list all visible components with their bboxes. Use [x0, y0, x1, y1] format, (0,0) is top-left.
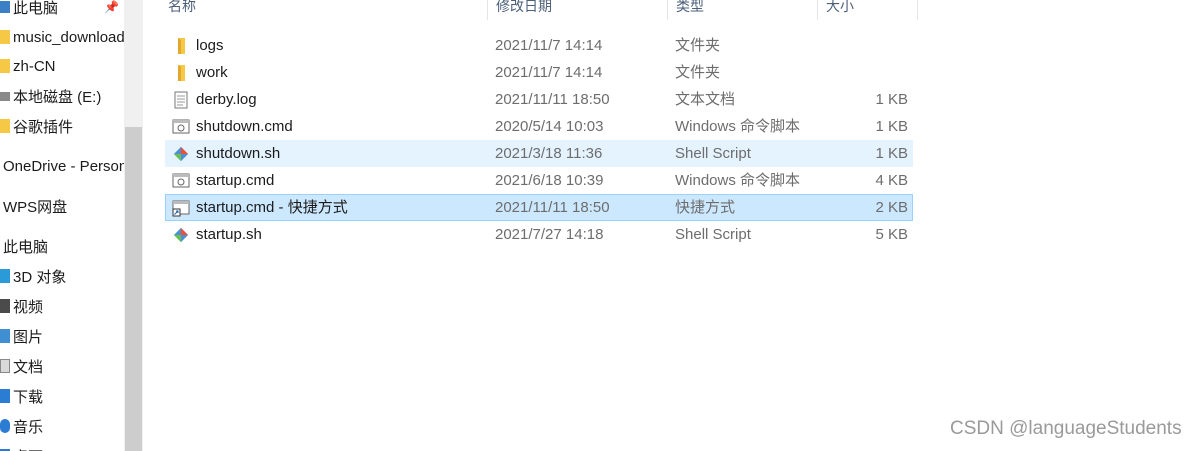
nav-item-pictures[interactable]: 图片 — [0, 322, 43, 350]
nav-item-label: 此电脑 — [3, 238, 49, 256]
file-row[interactable]: work 2021/11/7 14:14 文件夹 — [165, 59, 913, 86]
file-name: shutdown.sh — [196, 145, 281, 162]
file-row[interactable]: logs 2021/11/7 14:14 文件夹 — [165, 32, 913, 59]
nav-item-label: 3D 对象 — [13, 268, 67, 286]
nav-item-this-pc[interactable]: 此电脑 — [0, 0, 58, 21]
nav-item-label: 本地磁盘 (E:) — [13, 88, 102, 106]
file-date: 2021/11/11 18:50 — [495, 199, 610, 216]
sidebar-scrollbar-thumb[interactable] — [125, 127, 142, 451]
column-header-type[interactable]: 类型 — [668, 0, 818, 20]
nav-item-videos[interactable]: 视频 — [0, 292, 43, 320]
cmd-file-icon — [172, 173, 190, 188]
file-size: 1 KB — [875, 118, 908, 135]
folder-icon — [0, 30, 10, 44]
file-date: 2021/11/7 14:14 — [495, 37, 603, 54]
file-name: derby.log — [196, 91, 257, 108]
git-shell-icon — [173, 146, 189, 162]
file-type: Shell Script — [675, 145, 751, 162]
folder-icon — [178, 38, 185, 54]
file-date: 2021/11/7 14:14 — [495, 64, 603, 81]
file-row[interactable]: derby.log 2021/11/11 18:50 文本文档 1 KB — [165, 86, 913, 113]
pc-icon — [0, 1, 10, 13]
nav-item-zh-cn[interactable]: zh-CN — [0, 52, 56, 80]
file-type: Shell Script — [675, 226, 751, 243]
nav-item-music[interactable]: 音乐 — [0, 412, 43, 440]
nav-item-music-download[interactable]: music_download — [0, 23, 124, 51]
nav-item-label: 音乐 — [13, 418, 44, 436]
file-size: 2 KB — [875, 199, 908, 216]
file-name: startup.cmd — [196, 172, 275, 189]
folder-icon — [0, 119, 10, 133]
nav-item-3d-objects[interactable]: 3D 对象 — [0, 262, 66, 290]
file-row[interactable]: startup.sh 2021/7/27 14:18 Shell Script … — [165, 221, 913, 248]
nav-item-label: 谷歌插件 — [13, 118, 74, 136]
file-size: 1 KB — [875, 145, 908, 162]
nav-item-label: 图片 — [13, 328, 44, 346]
pin-icon[interactable]: 📌 — [104, 0, 119, 14]
file-date: 2020/5/14 10:03 — [495, 118, 604, 135]
nav-item-label: 视频 — [13, 298, 44, 316]
nav-item-wps-drive[interactable]: WPS网盘 — [3, 192, 67, 220]
file-row[interactable]: shutdown.cmd 2020/5/14 10:03 Windows 命令脚… — [165, 113, 913, 140]
file-row[interactable]: shutdown.sh 2021/3/18 11:36 Shell Script… — [165, 140, 913, 167]
file-type: 文本文档 — [675, 91, 736, 108]
file-size: 5 KB — [875, 226, 908, 243]
navigation-pane: 此电脑 📌 music_download zh-CN 本地磁盘 (E:) 谷歌插… — [0, 0, 124, 451]
nav-item-label: WPS网盘 — [3, 198, 68, 216]
pictures-icon — [0, 329, 10, 343]
column-header-name[interactable]: 名称 — [160, 0, 488, 20]
nav-item-label: 文档 — [13, 358, 44, 376]
file-date: 2021/7/27 14:18 — [495, 226, 604, 243]
file-date: 2021/11/11 18:50 — [495, 91, 610, 108]
nav-item-desktop[interactable]: 桌面 — [0, 442, 43, 451]
watermark: CSDN @languageStudents — [950, 418, 1182, 439]
file-type: Windows 命令脚本 — [675, 172, 801, 189]
nav-item-label: zh-CN — [13, 57, 56, 75]
nav-item-documents[interactable]: 文档 — [0, 352, 43, 380]
nav-item-downloads[interactable]: 下载 — [0, 382, 43, 410]
music-icon — [0, 419, 10, 433]
3d-objects-icon — [0, 269, 10, 283]
file-size: 4 KB — [875, 172, 908, 189]
file-row[interactable]: startup.cmd 2021/6/18 10:39 Windows 命令脚本… — [165, 167, 913, 194]
download-icon — [0, 389, 10, 403]
nav-item-this-pc-2[interactable]: 此电脑 — [3, 232, 48, 260]
git-shell-icon — [173, 227, 189, 243]
folder-icon — [178, 65, 185, 81]
file-type: 快捷方式 — [675, 199, 736, 216]
nav-item-label: 此电脑 — [13, 0, 59, 17]
column-header-row: 名称 修改日期 类型 大小 — [160, 0, 920, 22]
file-type: 文件夹 — [675, 37, 721, 54]
column-header-size[interactable]: 大小 — [818, 0, 918, 20]
nav-item-local-disk-e[interactable]: 本地磁盘 (E:) — [0, 82, 101, 110]
file-size: 1 KB — [875, 91, 908, 108]
nav-item-label: 下载 — [13, 388, 44, 406]
file-type: 文件夹 — [675, 64, 721, 81]
nav-item-label: OneDrive - Personal — [3, 157, 124, 175]
column-header-date[interactable]: 修改日期 — [488, 0, 668, 20]
nav-item-label: music_download — [13, 28, 124, 46]
video-icon — [0, 299, 10, 313]
documents-icon — [0, 359, 10, 373]
file-type: Windows 命令脚本 — [675, 118, 801, 135]
file-name: work — [196, 64, 228, 81]
shortcut-icon — [172, 200, 190, 217]
file-name: startup.sh — [196, 226, 262, 243]
file-date: 2021/3/18 11:36 — [495, 145, 603, 162]
nav-item-onedrive[interactable]: OneDrive - Personal — [3, 152, 124, 180]
folder-icon — [0, 59, 10, 73]
text-file-icon — [174, 91, 188, 109]
file-name: startup.cmd - 快捷方式 — [196, 199, 348, 216]
nav-item-chrome-extensions[interactable]: 谷歌插件 — [0, 112, 73, 140]
cmd-file-icon — [172, 119, 190, 134]
file-row-selected[interactable]: startup.cmd - 快捷方式 2021/11/11 18:50 快捷方式… — [165, 194, 913, 221]
nav-item-label: 桌面 — [13, 446, 43, 451]
file-name: logs — [196, 37, 224, 54]
file-date: 2021/6/18 10:39 — [495, 172, 604, 189]
file-name: shutdown.cmd — [196, 118, 293, 135]
drive-icon — [0, 91, 10, 101]
